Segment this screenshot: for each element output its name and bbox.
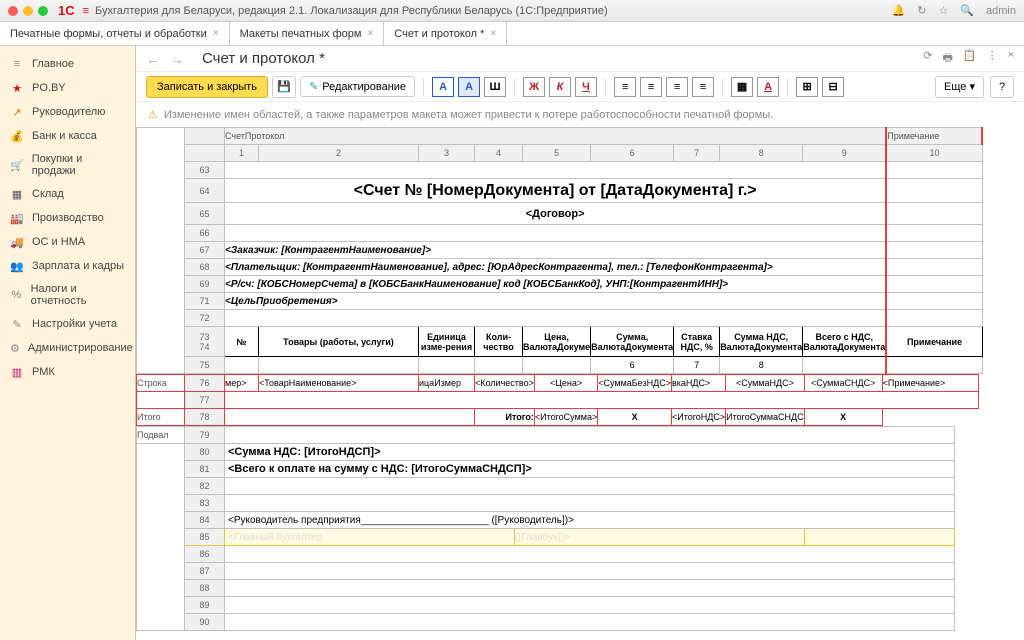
close-icon[interactable]: ×	[367, 28, 373, 39]
sidebar-item-rmk[interactable]: ▥РМК	[0, 360, 135, 384]
sidebar-item-poby[interactable]: ★PO.BY	[0, 76, 135, 100]
copy-icon[interactable]: 📋	[963, 49, 977, 68]
bold-button[interactable]: Ж	[523, 77, 545, 97]
section-header: СчетПротокол	[225, 128, 887, 145]
window-controls[interactable]	[8, 6, 48, 16]
sidebar-item-assets[interactable]: 🚚ОС и НМА	[0, 230, 135, 254]
sidebar-item-production[interactable]: 🏭Производство	[0, 206, 135, 230]
nav-back-icon[interactable]: ←	[146, 51, 160, 67]
font-color-button[interactable]: A	[432, 77, 454, 97]
warning-icon: ⚠	[148, 108, 158, 121]
align-left-button[interactable]: ≡	[614, 77, 636, 97]
history-icon[interactable]: ↻	[917, 4, 926, 17]
sidebar-item-main[interactable]: ≡Главное	[0, 52, 135, 76]
align-right-button[interactable]: ≡	[666, 77, 688, 97]
sidebar-item-sales[interactable]: 🛒Покупки и продажи	[0, 148, 135, 182]
italic-button[interactable]: К	[549, 77, 571, 97]
close-icon[interactable]: ×	[213, 28, 219, 39]
font-button[interactable]: Ш	[484, 77, 506, 97]
print-icon[interactable]: 🖶	[942, 49, 952, 68]
sidebar-item-warehouse[interactable]: ▦Склад	[0, 182, 135, 206]
tab-bar: Печатные формы, отчеты и обработки× Маке…	[0, 22, 1024, 46]
tab-layouts[interactable]: Макеты печатных форм×	[230, 22, 385, 45]
refresh-icon[interactable]: ⟳	[923, 49, 932, 68]
close-icon[interactable]: ×	[490, 28, 496, 39]
underline-button[interactable]: Ч	[575, 77, 597, 97]
sidebar-item-settings[interactable]: ✎Настройки учета	[0, 312, 135, 336]
save-icon[interactable]: 💾	[272, 76, 296, 98]
star-icon[interactable]: ☆	[938, 4, 948, 17]
spreadsheet[interactable]: СчетПротоколПримечание 12345678910 63 64…	[136, 127, 1024, 640]
align-justify-button[interactable]: ≡	[692, 77, 714, 97]
sidebar: ≡Главное ★PO.BY ↗Руководителю 💰Банк и ка…	[0, 46, 136, 640]
tab-invoice[interactable]: Счет и протокол *×	[384, 22, 507, 45]
nav-fwd-icon[interactable]: →	[170, 51, 184, 67]
logo-eq: ≡	[83, 5, 89, 17]
logo-icon: 1C	[58, 3, 75, 18]
merge-button[interactable]: ⊞	[796, 77, 818, 97]
search-icon[interactable]: 🔍	[960, 4, 974, 17]
border-button[interactable]: ▦	[731, 77, 753, 97]
sidebar-item-admin[interactable]: ⚙Администрирование	[0, 336, 135, 360]
save-close-button[interactable]: Записать и закрыть	[146, 76, 268, 98]
doc-title: <Счет № [НомерДокумента] от [ДатаДокумен…	[225, 179, 887, 203]
sidebar-item-bank[interactable]: 💰Банк и касса	[0, 124, 135, 148]
more-button[interactable]: Еще ▾	[935, 76, 984, 98]
split-button[interactable]: ⊟	[822, 77, 844, 97]
sidebar-item-manager[interactable]: ↗Руководителю	[0, 100, 135, 124]
edit-mode-button[interactable]: ✎Редактирование	[300, 76, 415, 97]
app-title: Бухгалтерия для Беларуси, редакция 2.1. …	[95, 5, 891, 17]
bg-color-button[interactable]: A	[458, 77, 480, 97]
warning-bar: ⚠ Изменение имен областей, а также парам…	[136, 102, 1024, 127]
sidebar-item-hr[interactable]: 👥Зарплата и кадры	[0, 254, 135, 278]
menu-icon[interactable]: ⋮	[987, 49, 998, 68]
window-close-icon[interactable]: ×	[1008, 49, 1014, 68]
toolbar: Записать и закрыть 💾 ✎Редактирование A A…	[136, 72, 1024, 102]
tab-print-forms[interactable]: Печатные формы, отчеты и обработки×	[0, 22, 230, 45]
page-title: Счет и протокол *	[202, 50, 325, 67]
border-color-button[interactable]: A	[757, 77, 779, 97]
titlebar: 1C ≡ Бухгалтерия для Беларуси, редакция …	[0, 0, 1024, 22]
user-label[interactable]: admin	[986, 5, 1016, 17]
sidebar-item-tax[interactable]: %Налоги и отчетность	[0, 278, 135, 312]
help-button[interactable]: ?	[990, 76, 1014, 98]
breadcrumb: ← → Счет и протокол * ⟳ 🖶 📋 ⋮ ×	[136, 46, 1024, 72]
align-center-button[interactable]: ≡	[640, 77, 662, 97]
bell-icon[interactable]: 🔔	[892, 4, 906, 17]
